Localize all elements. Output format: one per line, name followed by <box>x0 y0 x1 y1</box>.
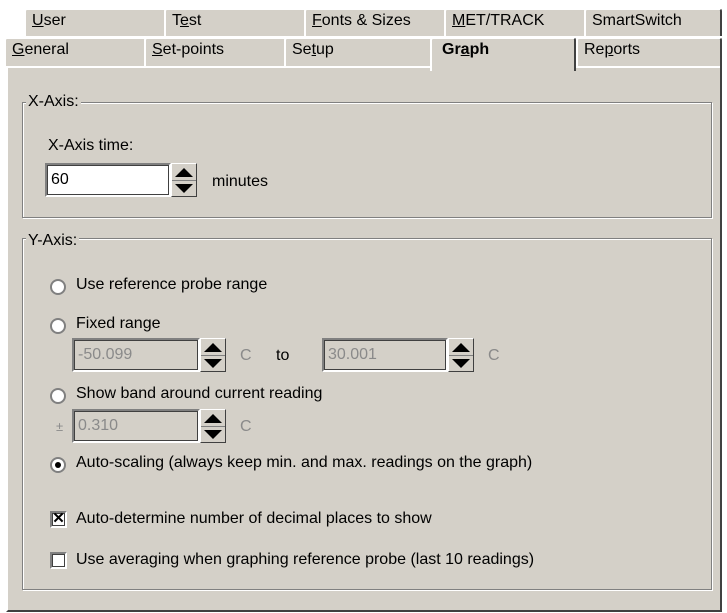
tab-smartswitch[interactable]: SmartSwitch <box>584 8 722 36</box>
tab-met-track[interactable]: MET/TRACK <box>444 8 590 36</box>
x-axis-group-title: X-Axis: <box>26 93 81 111</box>
fixed-range-from-field[interactable] <box>72 338 200 372</box>
x-axis-time-label: X-Axis time: <box>48 137 134 154</box>
triangle-down-icon <box>204 429 222 439</box>
radio-show-band-label[interactable]: Show band around current reading <box>76 385 322 403</box>
spin-up-button[interactable] <box>201 339 225 356</box>
tab-fonts-sizes[interactable]: Fonts & Sizes <box>304 8 450 36</box>
tab-set-points[interactable]: Set-points <box>144 37 290 67</box>
triangle-up-icon <box>204 342 222 352</box>
checkmark-x-icon: ✕ <box>52 510 65 527</box>
spin-down-button[interactable] <box>201 355 225 371</box>
x-axis-group <box>22 102 712 218</box>
fixed-range-to-input[interactable] <box>324 340 446 370</box>
spin-down-button[interactable] <box>201 426 225 442</box>
checkbox-averaging-label[interactable]: Use averaging when graphing reference pr… <box>76 551 534 569</box>
band-value-unit: C <box>240 418 252 435</box>
fixed-range-from-unit: C <box>240 347 252 364</box>
radio-auto-scaling[interactable] <box>50 457 66 473</box>
checkbox-auto-decimals-label[interactable]: Auto-determine number of decimal places … <box>76 510 432 528</box>
spin-up-button[interactable] <box>172 164 196 181</box>
fixed-range-to-field[interactable] <box>322 338 448 372</box>
spin-up-button[interactable] <box>201 410 225 427</box>
tab-setup[interactable]: Setup <box>284 37 434 67</box>
radio-auto-scaling-label[interactable]: Auto-scaling (always keep min. and max. … <box>76 454 532 472</box>
triangle-down-icon <box>452 358 470 368</box>
radio-selected-dot <box>55 462 61 468</box>
spin-up-button[interactable] <box>449 339 473 356</box>
band-value-input[interactable] <box>74 411 198 441</box>
tab-strip-edge <box>576 66 720 68</box>
tab-label: Re <box>584 41 605 58</box>
x-axis-time-spinner[interactable] <box>171 163 197 197</box>
triangle-down-icon <box>204 358 222 368</box>
tab-reports[interactable]: Reports <box>576 37 722 67</box>
band-plus-minus-label: ± <box>56 419 64 434</box>
radio-fixed-range-label[interactable]: Fixed range <box>76 315 161 333</box>
radio-reference-probe-range-label[interactable]: Use reference probe range <box>76 276 267 294</box>
fixed-range-to-label: to <box>276 347 290 364</box>
radio-reference-probe-range[interactable] <box>50 279 66 295</box>
fixed-range-to-unit: C <box>488 347 500 364</box>
x-axis-time-unit: minutes <box>212 173 269 190</box>
tab-strip-edge <box>6 66 432 68</box>
band-value-field[interactable] <box>72 409 200 443</box>
spin-down-button[interactable] <box>449 355 473 371</box>
x-axis-time-field[interactable] <box>45 163 171 197</box>
x-axis-time-input[interactable] <box>47 165 169 195</box>
checkbox-auto-decimals[interactable]: ✕ <box>50 510 67 528</box>
triangle-up-icon <box>175 167 193 177</box>
tab-test[interactable]: Test <box>164 8 310 36</box>
fixed-range-from-input[interactable] <box>74 340 198 370</box>
fixed-range-from-spinner[interactable] <box>200 338 226 372</box>
tab-graph[interactable]: Graph <box>430 37 576 71</box>
tab-label: Gr <box>442 41 461 58</box>
fixed-range-to-spinner[interactable] <box>448 338 474 372</box>
radio-fixed-range[interactable] <box>50 318 66 334</box>
checkbox-averaging[interactable] <box>50 552 67 569</box>
band-value-spinner[interactable] <box>200 409 226 443</box>
tab-general[interactable]: General <box>4 37 150 67</box>
triangle-down-icon <box>175 183 193 193</box>
tab-label: Se <box>292 41 312 58</box>
triangle-up-icon <box>204 413 222 423</box>
radio-show-band[interactable] <box>50 388 66 404</box>
tab-label: T <box>172 12 180 29</box>
y-axis-group-title: Y-Axis: <box>26 232 80 250</box>
triangle-up-icon <box>452 342 470 352</box>
spin-down-button[interactable] <box>172 180 196 196</box>
tab-user[interactable]: User <box>24 8 170 36</box>
